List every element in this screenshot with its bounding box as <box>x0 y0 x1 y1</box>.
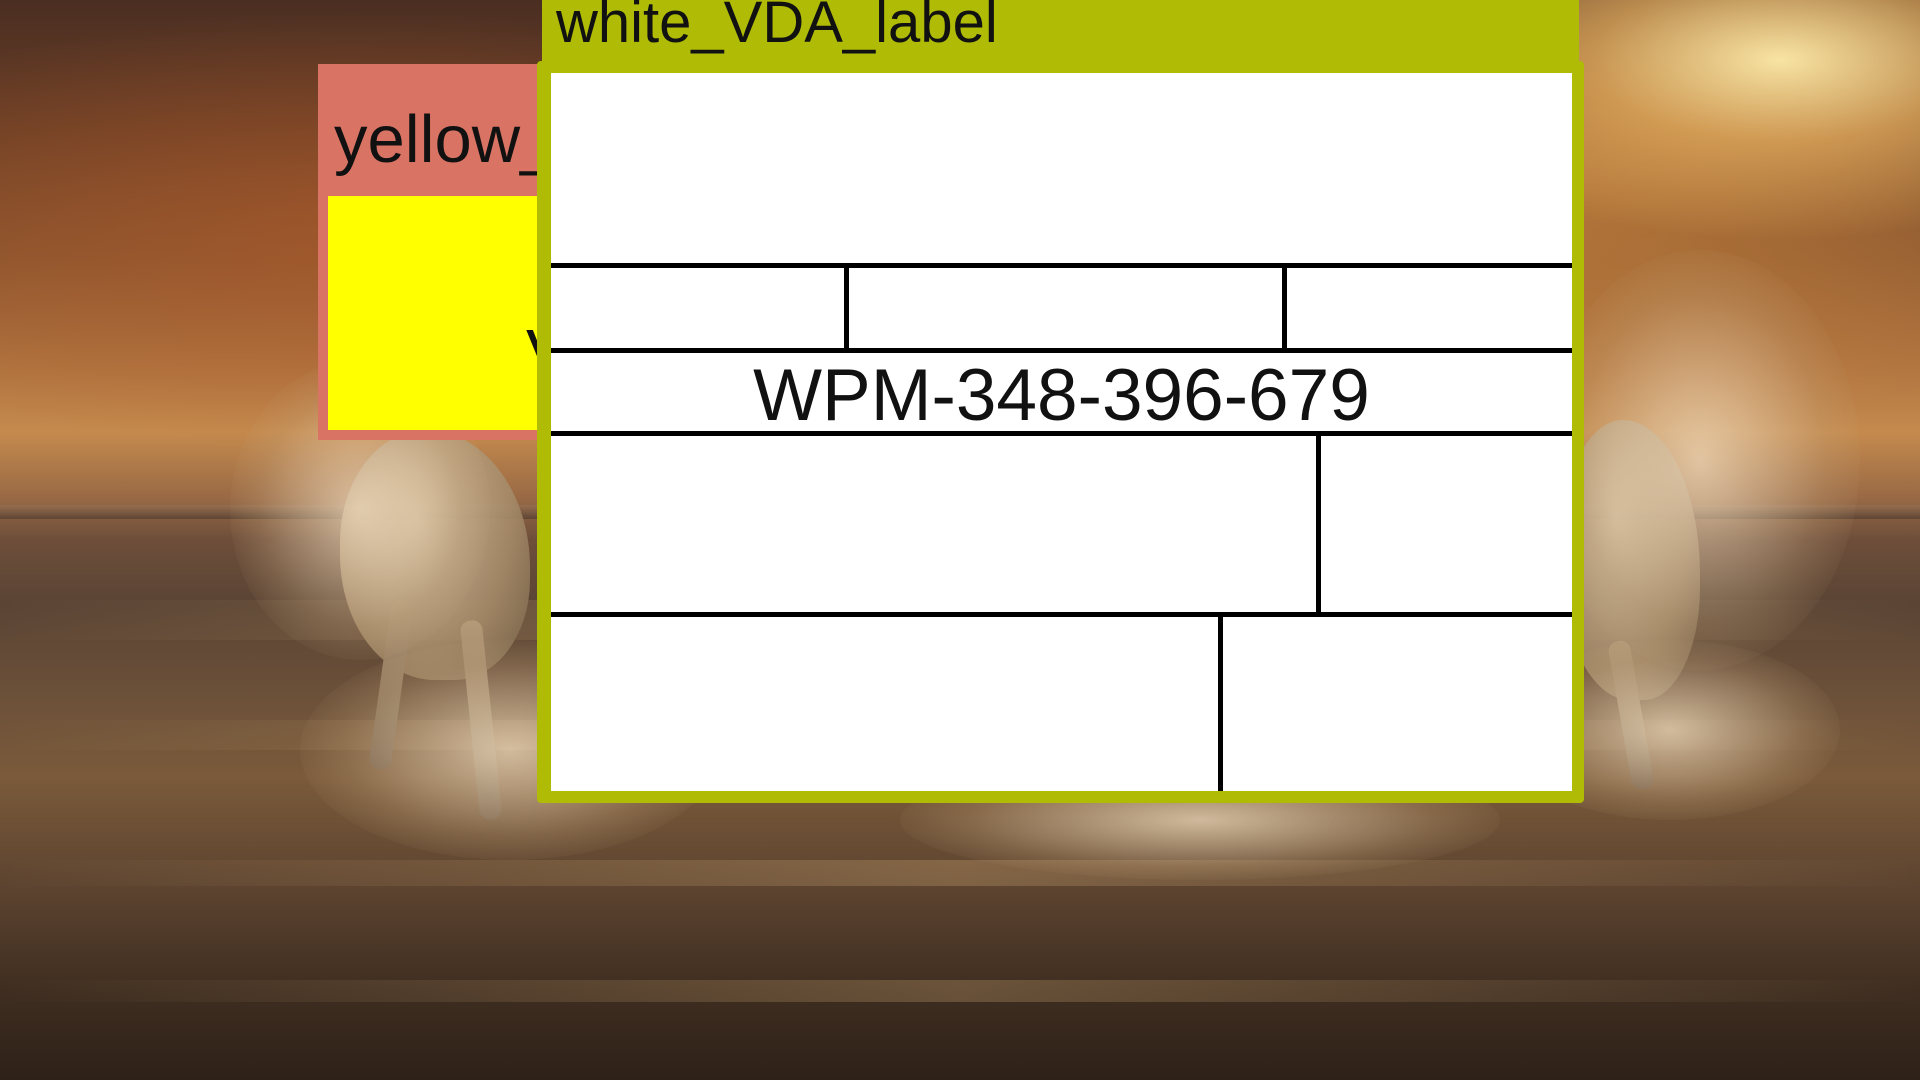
vda-label-code: WPM-348-396-679 <box>753 355 1370 436</box>
water-splash <box>1540 250 1860 670</box>
label-grid-line <box>551 348 1572 353</box>
label-grid-divider <box>1282 263 1287 353</box>
label-grid-divider <box>1218 612 1223 791</box>
label-grid-line <box>551 263 1572 268</box>
water-reflection <box>0 980 1920 1002</box>
water-reflection <box>0 860 1920 886</box>
yellow-label-box: V <box>328 196 558 430</box>
label-grid-divider <box>1316 431 1321 617</box>
white-vda-label-tag-text: white_VDA_label <box>556 0 998 55</box>
white-vda-label-tag: white_VDA_label <box>542 0 1579 66</box>
vda-label-sheet: WPM-348-396-679 <box>551 73 1572 791</box>
label-grid-divider <box>844 263 849 353</box>
yellow-label-tag-text: yellow_ <box>334 102 558 177</box>
label-grid-line <box>551 612 1572 617</box>
